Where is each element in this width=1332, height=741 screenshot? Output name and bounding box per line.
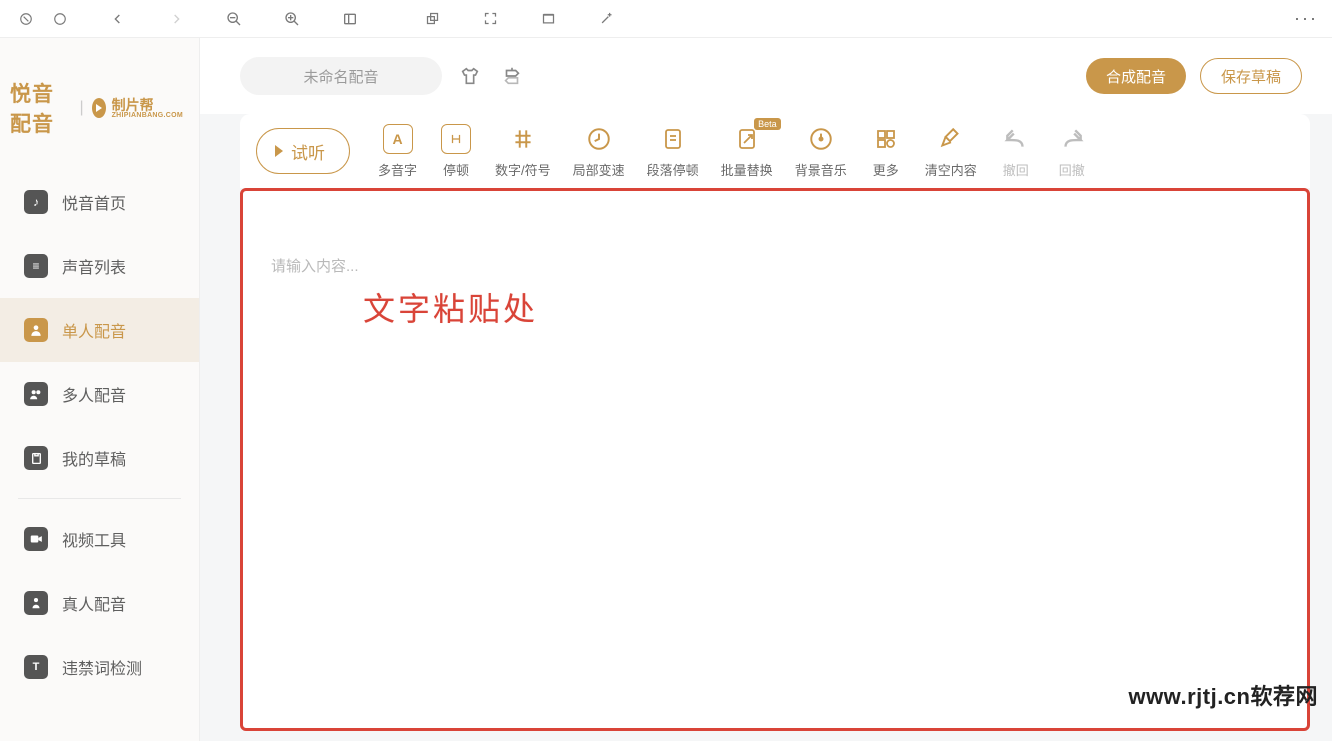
back-icon[interactable]	[104, 5, 132, 33]
broom-icon	[936, 124, 966, 154]
main-panel: 未命名配音 合成配音 保存草稿 试听 A 多音字 停顿	[200, 38, 1332, 741]
zoom-in-icon[interactable]	[278, 5, 306, 33]
sidebar-item-label: 单人配音	[62, 318, 126, 342]
tool-pause[interactable]: 停顿	[429, 124, 483, 179]
person-icon	[24, 318, 48, 342]
pause-icon	[441, 124, 471, 154]
note-icon: ♪	[24, 190, 48, 214]
speed-icon	[584, 124, 614, 154]
stop-icon[interactable]	[12, 5, 40, 33]
sidebar-item-label: 真人配音	[62, 591, 126, 615]
magic-icon[interactable]	[592, 5, 620, 33]
grid-icon	[871, 124, 901, 154]
browser-toolbar: ···	[0, 0, 1332, 38]
synthesize-button[interactable]: 合成配音	[1086, 58, 1186, 94]
tool-speed[interactable]: 局部变速	[563, 124, 635, 179]
hash-icon	[508, 124, 538, 154]
zoom-out-icon[interactable]	[220, 5, 248, 33]
window-icon[interactable]	[534, 5, 562, 33]
mic-icon	[24, 591, 48, 615]
more-menu-icon[interactable]: ···	[1294, 8, 1318, 29]
tool-more[interactable]: 更多	[859, 124, 913, 179]
logo-sub-text: 制片帮 ZHIPIANBANG.COM	[112, 98, 183, 119]
sidebar-item-label: 声音列表	[62, 254, 126, 278]
nav-divider	[18, 498, 181, 499]
list-icon: ≡	[24, 254, 48, 278]
logo-main-text: 悦音配音	[10, 78, 71, 138]
sidebar-item-human-dub[interactable]: 真人配音	[0, 571, 199, 635]
music-icon	[806, 124, 836, 154]
sidebar: 悦音配音 | 制片帮 ZHIPIANBANG.COM ♪ 悦音首页 ≡ 声音列表…	[0, 38, 200, 741]
undo-icon	[1001, 124, 1031, 154]
tool-undo[interactable]: 撤回	[989, 124, 1043, 179]
beta-badge: Beta	[754, 118, 781, 130]
paste-hint-annotation: 文字粘贴处	[363, 284, 1332, 330]
save-draft-button[interactable]: 保存草稿	[1200, 58, 1302, 94]
video-icon	[24, 527, 48, 551]
tool-paragraph-pause[interactable]: 段落停顿	[637, 124, 709, 179]
header-row: 未命名配音 合成配音 保存草稿	[200, 38, 1332, 114]
logo-play-icon	[92, 98, 106, 118]
reload-icon[interactable]	[46, 5, 74, 33]
sidebar-item-voice-list[interactable]: ≡ 声音列表	[0, 234, 199, 298]
shield-icon: T	[24, 655, 48, 679]
sidebar-item-drafts[interactable]: 我的草稿	[0, 426, 199, 490]
tool-redo[interactable]: 回撤	[1045, 124, 1099, 179]
tool-row: 试听 A 多音字 停顿 数字/符号 局部变速	[240, 114, 1310, 188]
text-editor[interactable]: 请输入内容... 文字粘贴处	[240, 188, 1310, 731]
tool-bgm[interactable]: 背景音乐	[785, 124, 857, 179]
polyphone-icon: A	[383, 124, 413, 154]
sidebar-item-home[interactable]: ♪ 悦音首页	[0, 170, 199, 234]
draft-icon	[24, 446, 48, 470]
fullscreen-icon[interactable]	[476, 5, 504, 33]
logo: 悦音配音 | 制片帮 ZHIPIANBANG.COM	[0, 56, 199, 170]
sidebar-item-label: 违禁词检测	[62, 655, 142, 679]
sidebar-item-multi-dub[interactable]: 多人配音	[0, 362, 199, 426]
sidebar-item-label: 多人配音	[62, 382, 126, 406]
forward-icon[interactable]	[162, 5, 190, 33]
sidebar-item-video-tools[interactable]: 视频工具	[0, 507, 199, 571]
signpost-icon[interactable]	[498, 62, 526, 90]
panel-icon[interactable]	[336, 5, 364, 33]
redo-icon	[1057, 124, 1087, 154]
preview-button[interactable]: 试听	[256, 128, 350, 174]
sidebar-item-forbidden-words[interactable]: T 违禁词检测	[0, 635, 199, 699]
doc-title-input[interactable]: 未命名配音	[240, 57, 442, 95]
tool-number-symbol[interactable]: 数字/符号	[485, 124, 561, 179]
tshirt-icon[interactable]	[456, 62, 484, 90]
sidebar-item-single-dub[interactable]: 单人配音	[0, 298, 199, 362]
watermark-text: www.rjtj.cn软荐网	[1128, 679, 1318, 711]
tool-batch-replace[interactable]: Beta 批量替换	[711, 124, 783, 179]
tool-polyphone[interactable]: A 多音字	[368, 124, 427, 179]
sidebar-item-label: 我的草稿	[62, 446, 126, 470]
sidebar-item-label: 悦音首页	[62, 190, 126, 214]
group-icon	[24, 382, 48, 406]
window-copy-icon[interactable]	[418, 5, 446, 33]
editor-placeholder: 请输入内容...	[271, 255, 1279, 276]
paragraph-pause-icon	[658, 124, 688, 154]
sidebar-item-label: 视频工具	[62, 527, 126, 551]
workspace: 试听 A 多音字 停顿 数字/符号 局部变速	[200, 114, 1332, 741]
tool-clear[interactable]: 清空内容	[915, 124, 987, 179]
